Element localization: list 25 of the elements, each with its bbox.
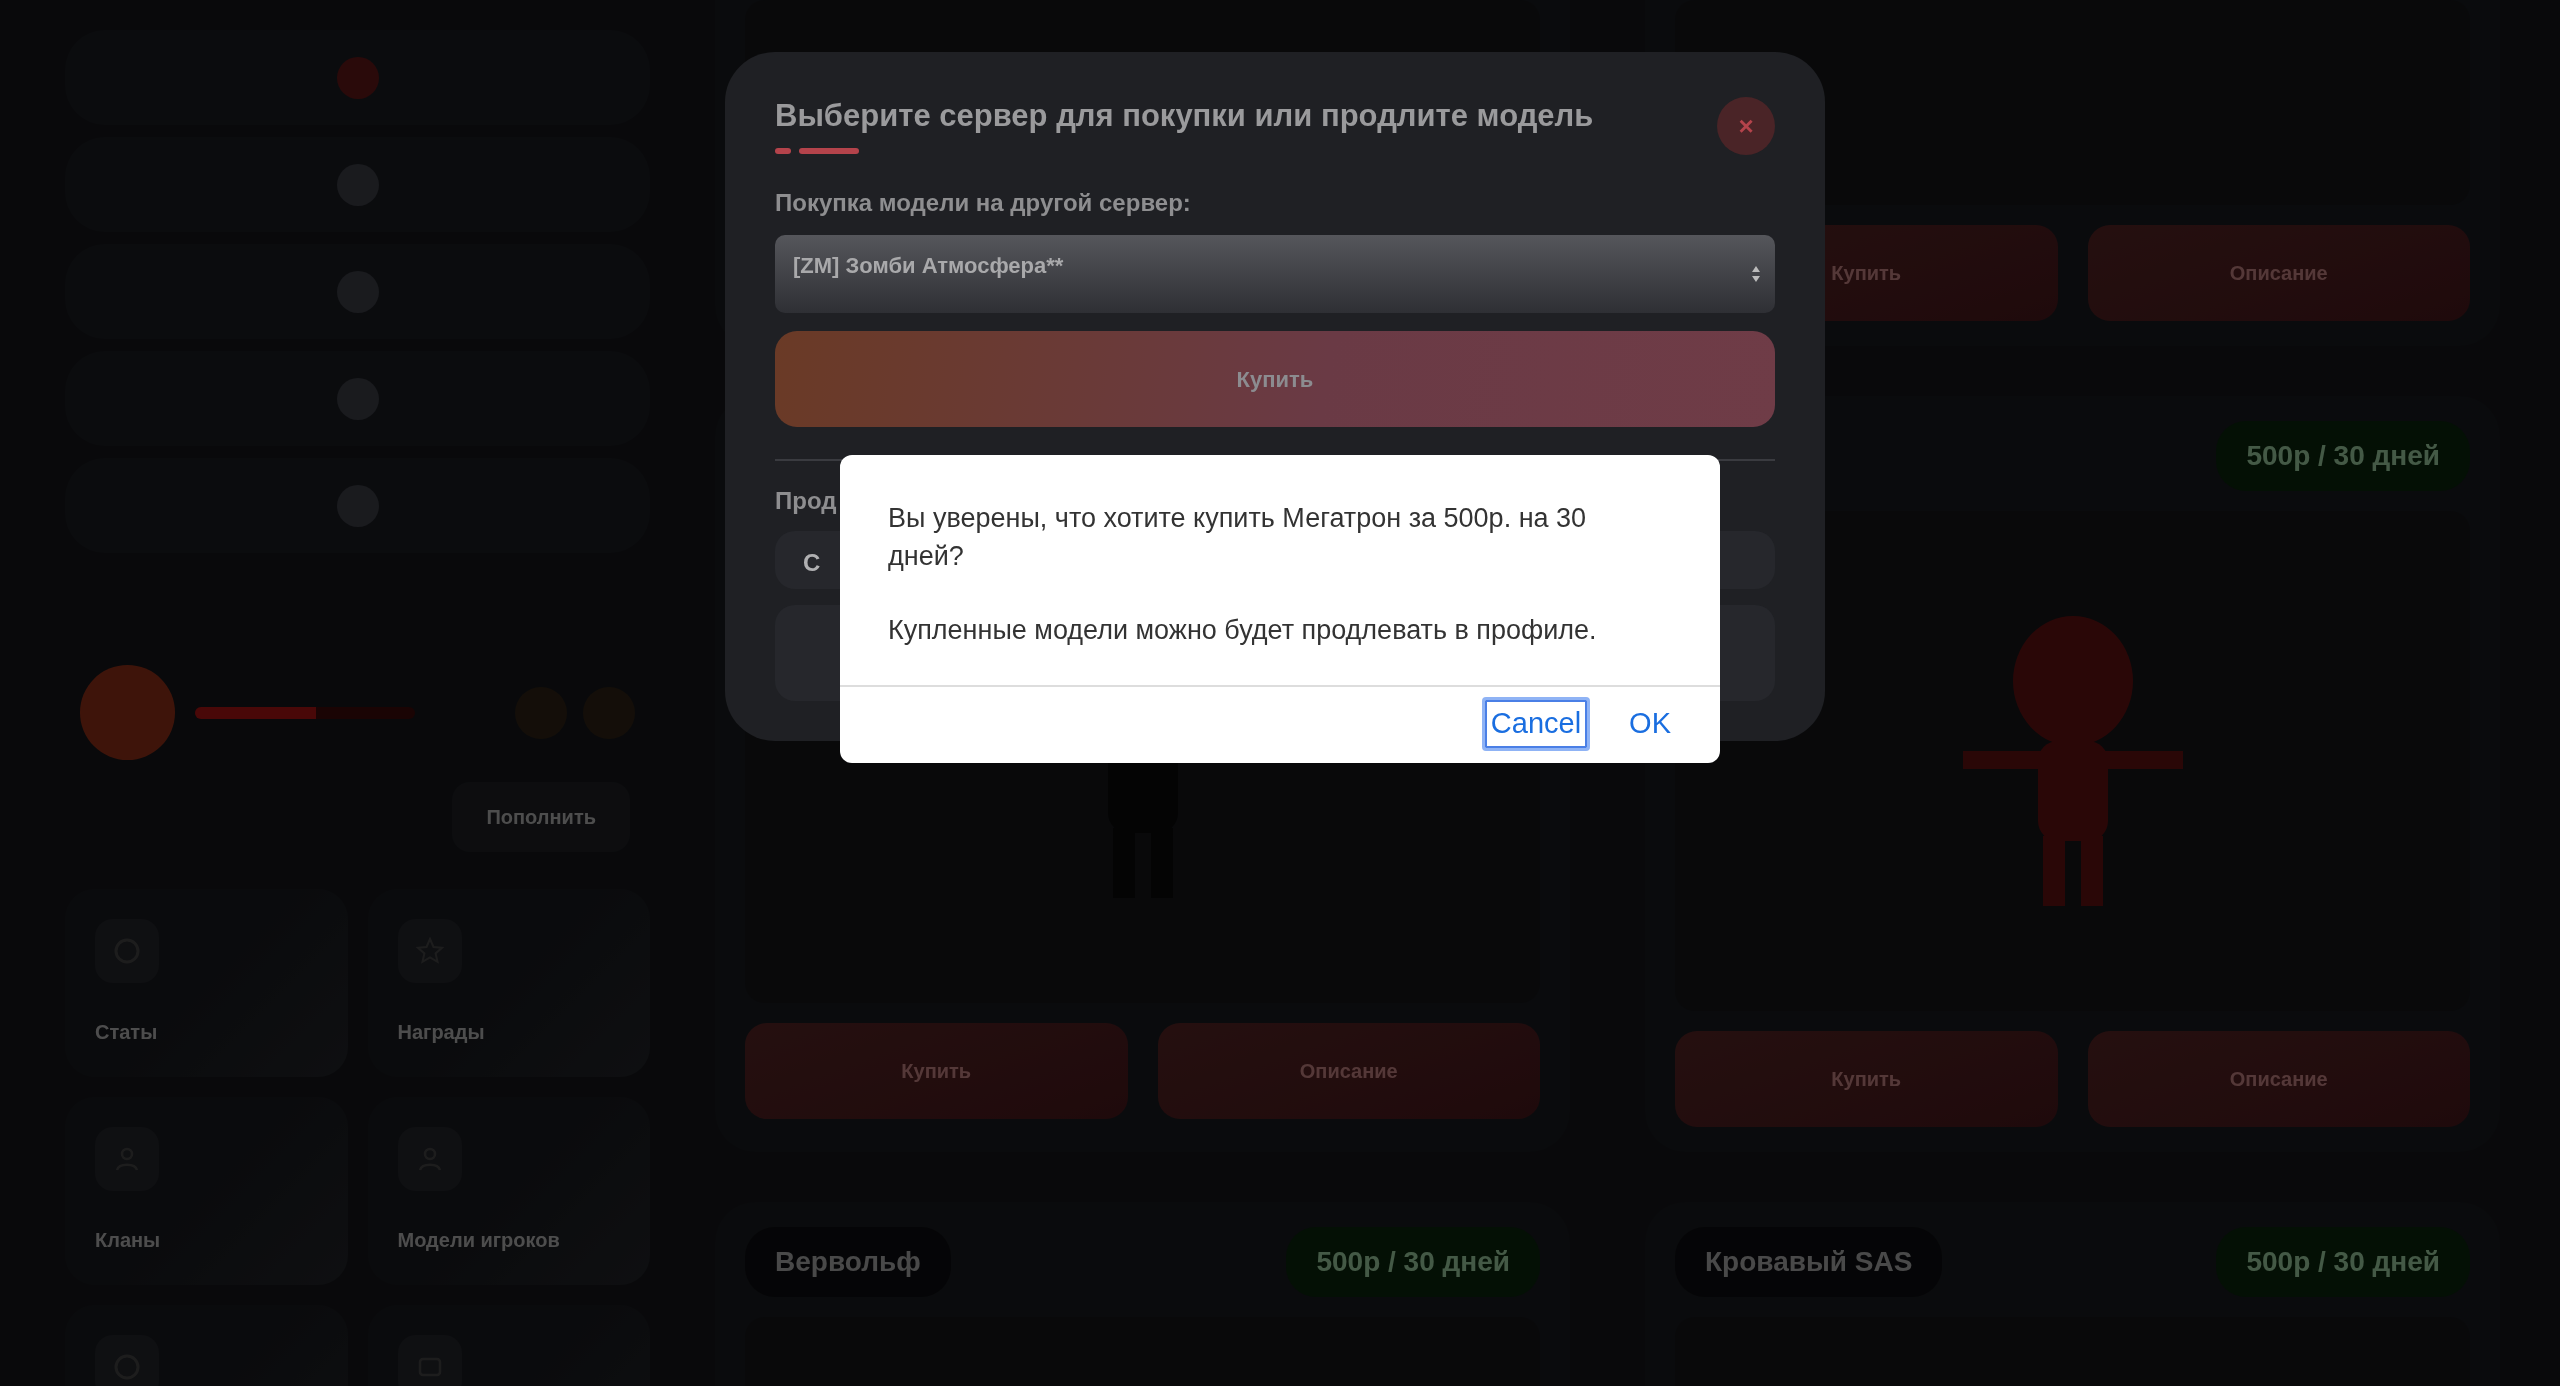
tile-label: Награды — [397, 1020, 485, 1045]
tile-label: Модели игроков — [397, 1228, 560, 1253]
section-label: Прод — [775, 486, 837, 516]
dialog-button[interactable]: Cancel — [1481, 697, 1591, 751]
price-tag: 500р / 30 дней — [2216, 421, 2470, 491]
updown-arrows-icon — [1751, 265, 1761, 283]
tile-label: Кланы — [95, 1228, 161, 1253]
accent-mark — [775, 148, 791, 155]
model-name: Вервольф — [745, 1227, 951, 1297]
dialog-button[interactable]: OK — [1620, 697, 1680, 751]
select-value: [ZM] Зомби Атмосфера** — [793, 251, 1064, 280]
dot-icon — [336, 56, 379, 99]
accent-bar — [799, 148, 859, 155]
section-label: Покупка модели на другой сервер: — [775, 188, 1192, 218]
dialog-message: Вы уверены, что хотите купить Мегатрон за 500р. на 30 дней? — [888, 502, 1588, 573]
dialog-message: Купленные модели можно будет продлевать в профиле. — [888, 614, 1598, 647]
price-tag: 500р / 30 дней — [2216, 1227, 2470, 1297]
top-up-button[interactable]: Пополнить — [452, 782, 630, 852]
modal-title: Выберите сервер для покупки или продлите модель — [775, 97, 1594, 135]
model-name: Кровавый SAS — [1675, 1227, 1943, 1297]
price-tag: 500р / 30 дней — [1286, 1227, 1540, 1297]
server-select[interactable]: [ZM] Зомби Атмосфера** — [775, 235, 1775, 313]
buy-button[interactable]: Купить — [775, 331, 1775, 427]
tile-label: Статы — [95, 1020, 158, 1045]
close-button[interactable]: × — [1717, 97, 1775, 155]
